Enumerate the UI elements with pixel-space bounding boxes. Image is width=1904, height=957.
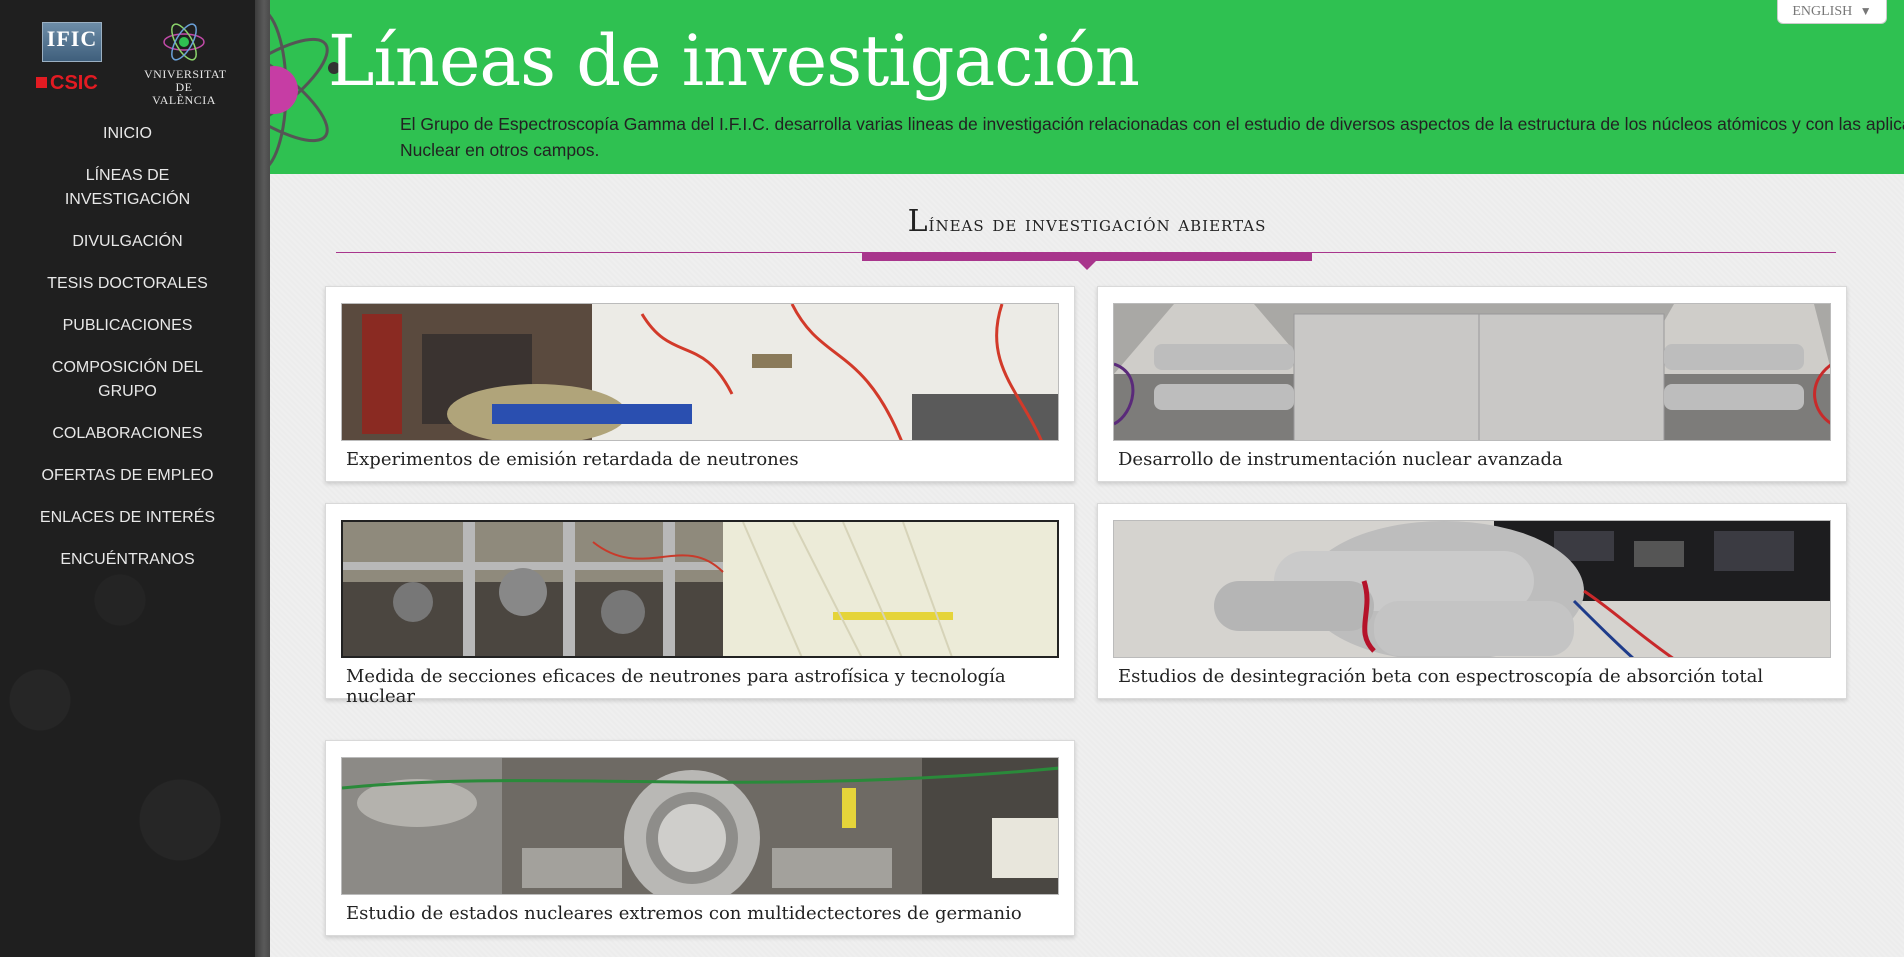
language-button-label: ENGLISH xyxy=(1792,4,1853,19)
nav-item-ofertas-de-empleo[interactable]: OFERTAS DE EMPLEO xyxy=(0,460,255,502)
card-image xyxy=(341,520,1059,658)
card-caption: Medida de secciones eficaces de neutrone… xyxy=(346,666,1006,707)
card-caption: Estudio de estados nucleares extremos co… xyxy=(346,903,1022,924)
csic-logo[interactable]: CSIC xyxy=(36,72,116,94)
research-card-instrumentation[interactable]: Desarrollo de instrumentación nuclear av… xyxy=(1097,286,1847,482)
logos: IFIC CSIC VNIVERSITAT DE VALÈNCIA xyxy=(0,0,255,110)
card-caption: Experimentos de emisión retardada de neu… xyxy=(346,449,799,470)
card-image xyxy=(1113,520,1831,658)
chevron-down-icon: ▼ xyxy=(1859,4,1872,18)
page-header: Líneas de investigación El Grupo de Espe… xyxy=(270,0,1904,174)
csic-mark-icon xyxy=(36,77,47,88)
section-title-rest: íneas de investigación abiertas xyxy=(928,212,1267,236)
section-title: Líneas de investigación abiertas xyxy=(270,204,1904,239)
card-caption: Estudios de desintegración beta con espe… xyxy=(1118,666,1764,687)
card-image xyxy=(1113,303,1831,441)
uv-logo[interactable]: VNIVERSITAT DE VALÈNCIA xyxy=(144,18,226,107)
research-card-neutron-emission[interactable]: Experimentos de emisión retardada de neu… xyxy=(325,286,1075,482)
nav-item-lineas-de-investigacion[interactable]: LÍNEAS DE INVESTIGACIÓN xyxy=(0,160,255,226)
language-button[interactable]: ENGLISH ▼ xyxy=(1777,0,1887,24)
main-nav: INICIO LÍNEAS DE INVESTIGACIÓN DIVULGACI… xyxy=(0,118,255,586)
sidebar: IFIC CSIC VNIVERSITAT DE VALÈNCIA INICIO… xyxy=(0,0,255,957)
research-card-neutron-cross-sections[interactable]: Medida de secciones eficaces de neutrone… xyxy=(325,503,1075,707)
card-image xyxy=(341,757,1059,895)
research-card-beta-decay[interactable]: Estudios de desintegración beta con espe… xyxy=(1097,503,1847,699)
page-intro: El Grupo de Espectroscopía Gamma del I.F… xyxy=(400,114,1904,160)
card-caption: Desarrollo de instrumentación nuclear av… xyxy=(1118,449,1563,470)
section-divider-arrow-icon xyxy=(1078,261,1096,270)
page-title: Líneas de investigación xyxy=(328,20,1140,102)
uv-logo-text: VNIVERSITAT DE VALÈNCIA xyxy=(144,67,227,107)
nav-item-colaboraciones[interactable]: COLABORACIONES xyxy=(0,418,255,460)
nav-item-encuentranos[interactable]: ENCUÉNTRANOS xyxy=(0,544,255,586)
sidebar-edge xyxy=(255,0,270,957)
nav-item-enlaces-de-interes[interactable]: ENLACES DE INTERÉS xyxy=(0,502,255,544)
nav-item-tesis-doctorales[interactable]: TESIS DOCTORALES xyxy=(0,268,255,310)
nav-item-composicion-del-grupo[interactable]: COMPOSICIÓN DEL GRUPO xyxy=(0,352,255,418)
main-content: Líneas de investigación abiertas Experim… xyxy=(270,174,1904,957)
nav-item-divulgacion[interactable]: DIVULGACIÓN xyxy=(0,226,255,268)
card-image xyxy=(341,303,1059,441)
research-card-germanium-multidetectors[interactable]: Estudio de estados nucleares extremos co… xyxy=(325,740,1075,936)
csic-logo-text: CSIC xyxy=(50,72,98,94)
ific-logo[interactable]: IFIC xyxy=(42,22,102,62)
atom-icon xyxy=(163,23,205,61)
nav-item-inicio[interactable]: INICIO xyxy=(0,118,255,160)
section-title-initial: L xyxy=(907,204,929,239)
section-divider-accent xyxy=(862,252,1312,261)
nav-item-publicaciones[interactable]: PUBLICACIONES xyxy=(0,310,255,352)
